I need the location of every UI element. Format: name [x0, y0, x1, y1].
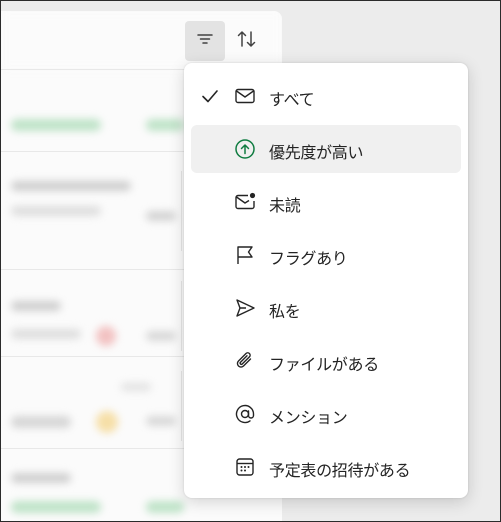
- menu-item-label: 予定表の招待がある: [269, 461, 411, 480]
- send-icon: [234, 297, 256, 319]
- sort-button[interactable]: [227, 21, 267, 61]
- menu-item-has-files[interactable]: ファイルがある: [191, 337, 461, 385]
- menu-item-unread[interactable]: 未読: [191, 178, 461, 226]
- app-window: すべて 優先度が高い 未読 フラグあり 私を ファイルがある メンション 予定表…: [0, 0, 501, 522]
- filter-button[interactable]: [185, 21, 225, 61]
- menu-item-all[interactable]: すべて: [191, 72, 461, 120]
- menu-item-mentions[interactable]: メンション: [191, 390, 461, 438]
- arrow-up-circle-icon: [234, 138, 256, 160]
- menu-item-flagged[interactable]: フラグあり: [191, 231, 461, 279]
- menu-item-label: 未読: [269, 196, 301, 215]
- calendar-icon: [234, 456, 256, 478]
- divider: [181, 281, 182, 351]
- menu-item-label: すべて: [269, 90, 315, 109]
- menu-item-label: フラグあり: [269, 249, 348, 268]
- mail-icon: [234, 85, 256, 107]
- menu-item-high-priority[interactable]: 優先度が高い: [191, 125, 461, 173]
- divider: [181, 371, 182, 441]
- attach-icon: [234, 350, 256, 372]
- mail-unread-icon: [234, 191, 256, 213]
- sort-icon: [235, 27, 259, 55]
- divider: [181, 171, 182, 251]
- menu-item-label: 優先度が高い: [269, 143, 364, 162]
- menu-item-label: ファイルがある: [269, 355, 379, 374]
- menu-item-calendar-invites[interactable]: 予定表の招待がある: [191, 443, 461, 491]
- menu-item-label: メンション: [269, 408, 348, 427]
- filter-menu: すべて 優先度が高い 未読 フラグあり 私を ファイルがある メンション 予定表…: [184, 63, 468, 498]
- flag-icon: [234, 244, 256, 266]
- checkmark-icon: [200, 86, 220, 106]
- filter-icon: [195, 29, 215, 53]
- menu-item-label: 私を: [269, 302, 301, 321]
- mention-icon: [234, 403, 256, 425]
- menu-item-to-me[interactable]: 私を: [191, 284, 461, 332]
